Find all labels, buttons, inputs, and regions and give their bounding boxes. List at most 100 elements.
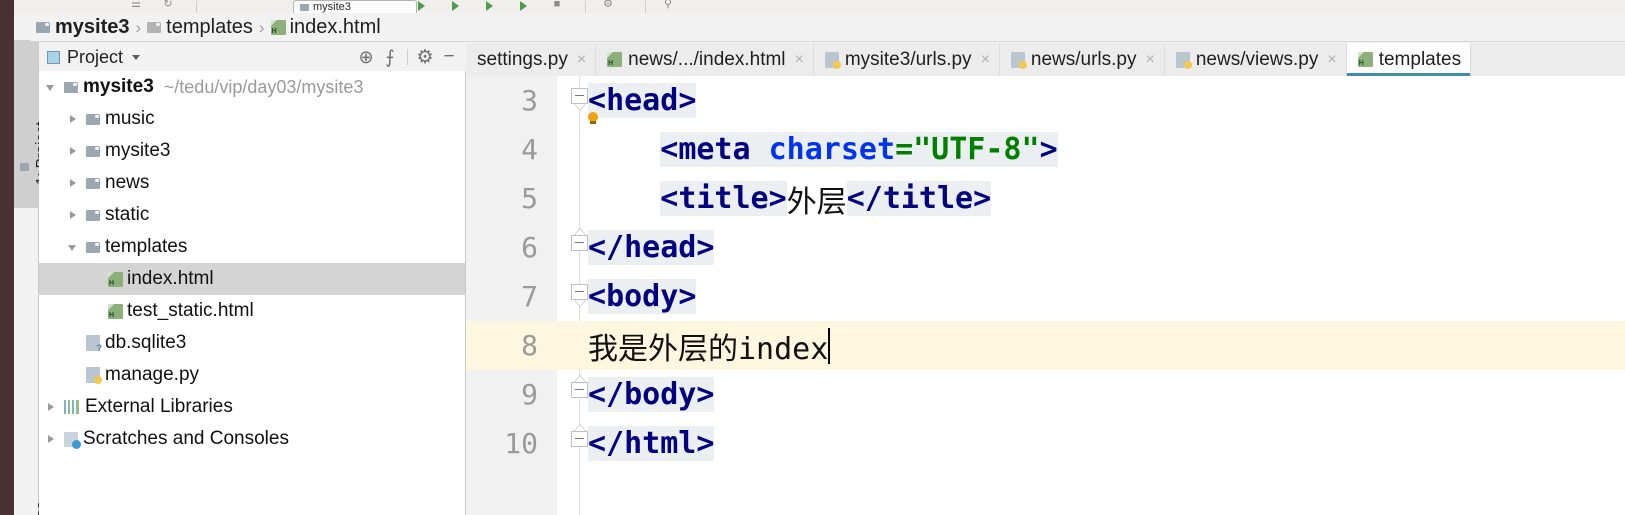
editor-tab[interactable]: news/.../index.html × <box>596 43 814 76</box>
coverage-icon[interactable] <box>481 0 497 13</box>
lightbulb-icon[interactable] <box>586 112 600 128</box>
code-lines[interactable]: 3 < head >4 < meta charset = "UTF-8" >5 < title >… <box>466 76 1625 468</box>
tree-row[interactable]: test_static.html <box>39 295 465 327</box>
hide-icon[interactable]: − <box>438 46 460 68</box>
tree-row[interactable]: mysite3 <box>39 135 465 167</box>
tree-row[interactable]: index.html <box>39 263 465 295</box>
project-structure-icon[interactable]: ☰ <box>128 0 144 13</box>
run-icon[interactable] <box>413 0 429 13</box>
close-icon[interactable]: × <box>577 51 586 68</box>
editor-tab-label: news/urls.py <box>1030 48 1137 70</box>
tree-item-label: manage.py <box>105 364 200 385</box>
code-line[interactable]: 4 < meta charset = "UTF-8" > <box>466 125 1625 174</box>
line-number: 4 <box>521 133 538 166</box>
breadcrumb-item-templates[interactable]: templates <box>147 16 253 39</box>
editor-tab[interactable]: mysite3/urls.py × <box>814 43 1000 76</box>
tree-twisty-open[interactable] <box>67 241 80 254</box>
folder-icon <box>300 4 309 11</box>
editor-scrollbar[interactable] <box>1615 76 1625 515</box>
tree-row[interactable]: music <box>39 103 465 135</box>
tree-row[interactable]: templates <box>39 231 465 263</box>
code-token: < <box>588 279 607 314</box>
toolbar-divider <box>645 1 646 13</box>
tree-item-label: mysite3 <box>105 140 171 161</box>
code-line[interactable]: 5 < title > 外层 </title > <box>466 174 1625 223</box>
code-line[interactable]: 10 </html > <box>466 419 1625 468</box>
tree-twisty-open[interactable] <box>45 81 58 94</box>
close-icon[interactable]: × <box>795 51 804 68</box>
debug-icon[interactable] <box>447 0 463 13</box>
fold-marker-icon[interactable] <box>571 235 589 253</box>
breadcrumb-item-file[interactable]: index.html <box>270 16 381 39</box>
code-line[interactable]: 3 < head > <box>466 76 1625 125</box>
fold-marker-icon[interactable] <box>571 382 589 400</box>
tree-row[interactable]: mysite3 ~/tedu/vip/day03/mysite3 <box>39 71 465 103</box>
code-token: 外层 <box>786 184 847 220</box>
gear-icon[interactable]: ⚙ <box>414 46 436 68</box>
code-line[interactable]: 7 < body > <box>466 272 1625 321</box>
tree-twisty-closed[interactable] <box>45 433 58 446</box>
code-text[interactable]: < title > 外层 </title > <box>588 174 992 223</box>
fold-marker-icon[interactable] <box>571 88 589 106</box>
code-text[interactable]: < meta charset = "UTF-8" > <box>588 125 1058 174</box>
close-icon[interactable]: × <box>1146 51 1155 68</box>
settings-icon[interactable]: ⚙ <box>600 0 616 13</box>
code-line[interactable]: 9 </body > <box>466 370 1625 419</box>
chevron-down-icon[interactable] <box>132 54 141 60</box>
editor-tab[interactable]: settings.py × <box>466 43 597 76</box>
editor-tab[interactable]: news/views.py × <box>1165 43 1347 76</box>
tree-item-label: index.html <box>127 268 214 289</box>
sync-icon[interactable]: ↻ <box>160 0 176 13</box>
tree-row[interactable]: db.sqlite3 <box>39 327 465 359</box>
tree-row[interactable]: news <box>39 167 465 199</box>
breadcrumb: mysite3 › templates › index.html <box>30 13 1625 42</box>
toolbar-divider <box>585 1 586 13</box>
tool-window-bar: 1: Project ites <box>14 13 50 515</box>
editor-tab[interactable]: news/urls.py × <box>1000 43 1165 76</box>
code-text[interactable]: </body > <box>588 370 715 419</box>
search-everywhere-icon[interactable]: ⚲ <box>660 0 676 13</box>
code-text[interactable]: </html > <box>588 419 715 468</box>
code-text[interactable]: < head > <box>588 76 697 125</box>
code-text[interactable]: 我是外层的index <box>588 321 831 370</box>
tree-row[interactable]: static <box>39 199 465 231</box>
project-panel-title-group[interactable]: Project <box>47 47 141 68</box>
close-icon[interactable]: × <box>1327 51 1336 68</box>
project-tree[interactable]: mysite3 ~/tedu/vip/day03/mysite3 music mysi… <box>39 71 466 515</box>
tree-row[interactable]: manage.py <box>39 359 465 391</box>
code-text[interactable]: < body > <box>588 272 697 321</box>
code-token: = <box>895 132 914 167</box>
locate-icon[interactable]: ⊕ <box>355 46 377 68</box>
close-icon[interactable]: × <box>981 51 990 68</box>
python-file-icon <box>1175 51 1192 69</box>
tree-item-label: db.sqlite3 <box>105 332 187 353</box>
project-icon <box>47 50 60 64</box>
tree-twisty-closed[interactable] <box>67 113 80 126</box>
tree-row[interactable]: External Libraries <box>39 391 465 423</box>
run-config-label: mysite3 <box>313 1 351 13</box>
code-editor[interactable]: 3 < head >4 < meta charset = "UTF-8" >5 < title >… <box>466 76 1625 515</box>
code-token: "UTF-8" <box>913 132 1040 167</box>
fold-marker-icon[interactable] <box>571 284 589 302</box>
editor-tab[interactable]: templates <box>1346 43 1472 76</box>
breadcrumb-item-project[interactable]: mysite3 <box>36 16 130 39</box>
html-file-icon <box>108 271 123 288</box>
tree-twisty-closed[interactable] <box>45 401 58 414</box>
profile-icon[interactable] <box>515 0 531 13</box>
code-text[interactable]: </head > <box>588 223 715 272</box>
tree-item-label: External Libraries <box>85 396 233 417</box>
code-token: < <box>660 181 679 216</box>
code-line[interactable]: 6 </head > <box>466 223 1625 272</box>
collapse-all-icon[interactable]: ⨍ <box>379 46 401 68</box>
left-tool-strip <box>0 13 14 515</box>
tree-twisty-closed[interactable] <box>67 209 80 222</box>
fold-marker-icon[interactable] <box>571 431 589 449</box>
code-line[interactable]: 8 我是外层的index <box>466 321 1625 370</box>
stop-icon[interactable]: ■ <box>549 0 565 13</box>
run-configuration-selector[interactable]: mysite3 <box>293 0 417 13</box>
tree-row[interactable]: Scratches and Consoles <box>39 423 465 455</box>
tree-twisty-spacer <box>89 273 102 286</box>
tree-twisty-closed[interactable] <box>67 177 80 190</box>
tree-twisty-closed[interactable] <box>67 145 80 158</box>
editor-tab-bar[interactable]: settings.py×news/.../index.html×mysite3/… <box>466 43 1625 77</box>
